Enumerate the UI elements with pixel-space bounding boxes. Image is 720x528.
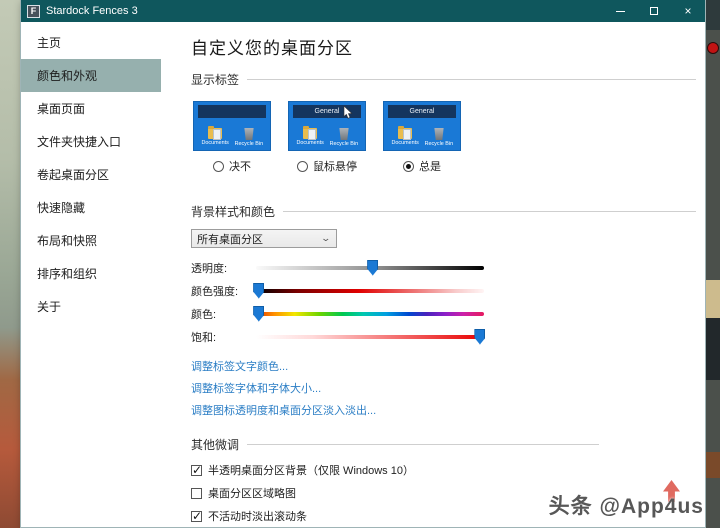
radio-icon[interactable]	[297, 160, 308, 172]
page-title: 自定义您的桌面分区	[191, 39, 353, 58]
link-icon-transparency-fade[interactable]: 调整图标透明度和桌面分区淡入淡出...	[191, 402, 696, 418]
radio-never[interactable]: 决不	[193, 158, 271, 174]
recycle-bin-icon	[434, 128, 444, 140]
radio-hover-label: 鼠标悬停	[313, 161, 357, 173]
desktop-background-right	[706, 0, 720, 528]
label-radio-group: 决不 鼠标悬停 总是	[193, 158, 696, 174]
titlebar[interactable]: F Stardock Fences 3 ×	[21, 0, 705, 22]
fence-preview-never: Documents Recycle Bin	[193, 101, 271, 151]
close-icon: ×	[684, 4, 692, 18]
watermark: 头条 @App4us	[548, 480, 704, 520]
close-button[interactable]: ×	[671, 0, 705, 22]
recycle-bin-icon	[339, 128, 349, 140]
maximize-button[interactable]	[637, 0, 671, 22]
transparency-slider[interactable]	[256, 259, 484, 276]
sidebar-item-layout-snapshots[interactable]: 布局和快照	[21, 224, 161, 257]
checkbox-icon[interactable]	[191, 509, 202, 523]
maximize-icon	[650, 7, 658, 15]
desktop-right-image-strip	[706, 318, 720, 380]
sidebar-item-about[interactable]: 关于	[21, 290, 161, 323]
checkbox-translucent-background[interactable]: 半透明桌面分区背景（仅限 Windows 10）	[191, 462, 696, 478]
section-background-title: 背景样式和颜色	[191, 205, 276, 219]
documents-folder-icon	[398, 126, 412, 140]
sidebar-item-folder-portals[interactable]: 文件夹快捷入口	[21, 125, 161, 158]
sidebar-item-desktop-pages[interactable]: 桌面页面	[21, 92, 161, 125]
radio-never-label: 决不	[229, 161, 251, 173]
link-label-text-color[interactable]: 调整标签文字颜色...	[191, 358, 696, 374]
slider-thumb[interactable]	[474, 328, 486, 345]
content-panel: 自定义您的桌面分区 显示标签 Documents Recycle Bin Gen…	[161, 22, 705, 527]
label-previews: Documents Recycle Bin General Documents …	[193, 101, 696, 151]
minimize-button[interactable]	[603, 0, 637, 22]
checkbox-label: 桌面分区区域略图	[208, 488, 296, 500]
icon-label: Recycle Bin	[329, 141, 359, 147]
adjust-links: 调整标签文字颜色... 调整标签字体和字体大小... 调整图标透明度和桌面分区淡…	[191, 358, 696, 418]
documents-folder-icon	[208, 126, 222, 140]
hue-slider-label: 颜色:	[191, 308, 217, 321]
link-label-font-size[interactable]: 调整标签字体和字体大小...	[191, 380, 696, 396]
radio-mouse-hover[interactable]: 鼠标悬停	[288, 158, 366, 174]
saturation-slider-label: 饱和:	[191, 331, 217, 344]
section-other-tweaks: 其他微调	[191, 436, 696, 453]
icon-label: Recycle Bin	[424, 141, 454, 147]
divider	[247, 79, 696, 80]
minimize-icon	[615, 10, 625, 12]
icon-label: Documents	[296, 140, 324, 146]
desktop-right-image-strip	[706, 280, 720, 318]
hue-slider[interactable]	[253, 305, 484, 322]
recycle-bin-icon	[244, 128, 254, 140]
fence-preview-titlebar: General	[388, 105, 456, 118]
checkbox-label: 半透明桌面分区背景（仅限 Windows 10）	[208, 465, 414, 477]
fence-preview-always: General Documents Recycle Bin	[383, 101, 461, 151]
desktop-right-red-logo	[707, 42, 719, 54]
radio-icon[interactable]	[403, 160, 414, 172]
desktop-right-window-edge	[706, 0, 720, 30]
radio-icon[interactable]	[213, 160, 224, 172]
mouse-cursor-icon	[343, 106, 353, 119]
fences-settings-window: F Stardock Fences 3 × 主页 颜色和外观 桌面页面 文件夹快…	[20, 0, 706, 528]
desktop-right-image-strip	[706, 452, 720, 478]
color-intensity-slider[interactable]	[253, 282, 484, 299]
icon-label: Recycle Bin	[234, 141, 264, 147]
sidebar-item-colors-appearance[interactable]: 颜色和外观	[21, 59, 161, 92]
sidebar: 主页 颜色和外观 桌面页面 文件夹快捷入口 卷起桌面分区 快速隐藏 布局和快照 …	[21, 22, 161, 527]
desktop-background-left	[0, 0, 20, 528]
sidebar-item-rollup-fences[interactable]: 卷起桌面分区	[21, 158, 161, 191]
icon-label: Documents	[391, 140, 419, 146]
checkbox-label: 不活动时淡出滚动条	[208, 511, 307, 523]
sidebar-item-home[interactable]: 主页	[21, 26, 161, 59]
chevron-down-icon: ⌄	[320, 233, 332, 243]
fence-target-dropdown[interactable]: 所有桌面分区 ⌄	[191, 229, 337, 248]
divider	[247, 444, 600, 445]
transparency-slider-label: 透明度:	[191, 262, 228, 275]
section-background-style: 背景样式和颜色	[191, 203, 696, 220]
icon-label: Documents	[201, 140, 229, 146]
window-title: Stardock Fences 3	[46, 5, 138, 17]
saturation-slider[interactable]	[256, 328, 486, 345]
fence-preview-titlebar	[198, 105, 266, 118]
slider-thumb[interactable]	[367, 259, 379, 276]
color-sliders: 透明度: 颜色强度: 颜色: 饱和:	[191, 256, 696, 348]
fence-preview-hover: General Documents Recycle Bin	[288, 101, 366, 151]
watermark-text: 头条 @App4us	[548, 495, 704, 518]
checkbox-icon[interactable]	[191, 463, 202, 477]
documents-folder-icon	[303, 126, 317, 140]
dropdown-selected-value: 所有桌面分区	[197, 233, 263, 246]
checkbox-icon[interactable]	[191, 487, 202, 499]
color-intensity-slider-label: 颜色强度:	[191, 285, 239, 298]
sidebar-item-quick-hide[interactable]: 快速隐藏	[21, 191, 161, 224]
divider	[283, 211, 696, 212]
section-other-tweaks-title: 其他微调	[191, 438, 240, 452]
section-show-labels: 显示标签	[191, 71, 696, 88]
section-show-labels-title: 显示标签	[191, 73, 240, 87]
radio-always-label: 总是	[419, 161, 441, 173]
radio-always[interactable]: 总是	[383, 158, 461, 174]
app-icon: F	[27, 4, 40, 18]
sidebar-item-sorting-organizing[interactable]: 排序和组织	[21, 257, 161, 290]
